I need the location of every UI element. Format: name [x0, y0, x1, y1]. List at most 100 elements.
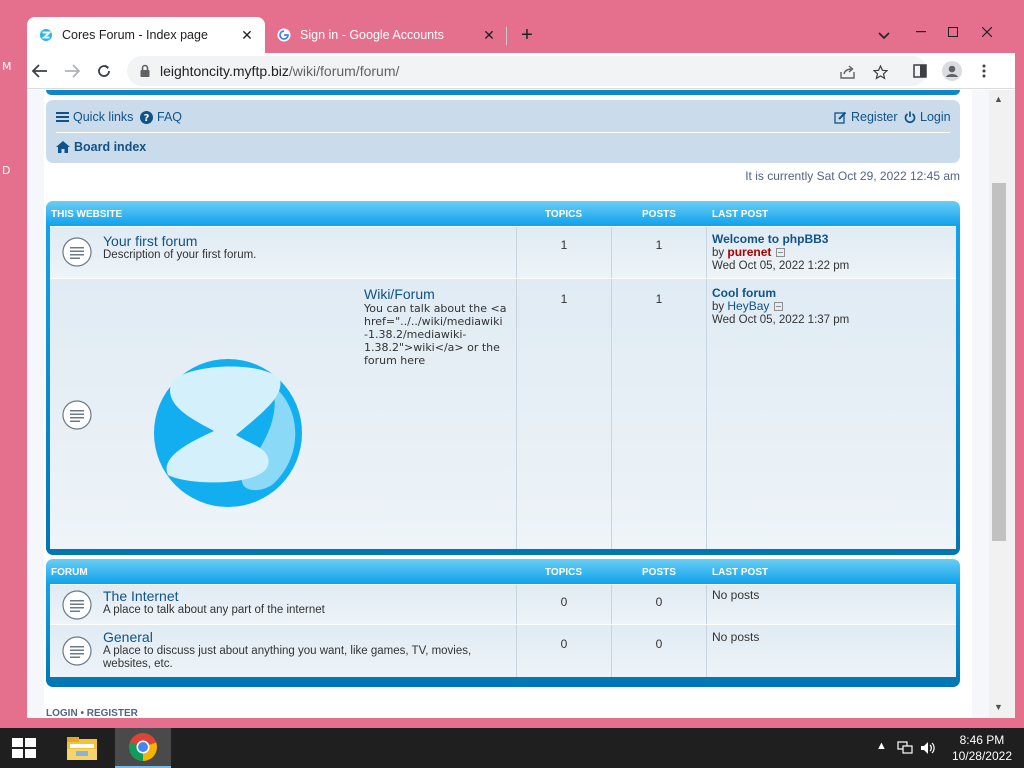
cores-logo-image [154, 359, 302, 507]
posts-count: 1 [655, 238, 663, 252]
share-icon[interactable] [837, 61, 859, 83]
file-explorer-taskbar-button[interactable] [54, 728, 110, 768]
forum-rows: The Internet A place to talk about any p… [50, 584, 956, 677]
topics-count: 1 [560, 238, 568, 252]
menu-kebab-icon[interactable] [971, 58, 997, 84]
forum-read-icon [62, 237, 92, 267]
forum-read-icon [62, 400, 92, 430]
tab-google-signin[interactable]: Sign in - Google Accounts ✕ [267, 17, 507, 53]
last-post-info: No posts [712, 631, 759, 644]
cell-divider [611, 227, 612, 278]
description-line: 1.38.2">wiki</a> or the [364, 341, 500, 354]
forum-title-link[interactable]: Wiki/Forum [364, 286, 435, 302]
desktop-edge-text-top: M [2, 60, 12, 73]
close-window-icon[interactable] [971, 17, 1003, 47]
board-index-link[interactable]: Board index [56, 140, 146, 154]
network-icon[interactable] [897, 741, 913, 755]
forum-read-icon [62, 636, 92, 666]
section-name: FORUM [51, 567, 88, 578]
page-scrollbar[interactable]: ▲ ▼ [989, 90, 1015, 718]
volume-icon[interactable] [920, 740, 936, 756]
forum-title-link[interactable]: General [103, 629, 153, 645]
view-latest-post-icon[interactable] [774, 302, 784, 312]
chrome-taskbar-button[interactable] [115, 728, 171, 768]
last-post-user-link[interactable]: purenet [727, 245, 771, 259]
current-time-text: It is currently Sat Oct 29, 2022 12:45 a… [745, 169, 960, 183]
scrollbar-thumb[interactable] [992, 183, 1006, 541]
tab-cores-forum[interactable]: Cores Forum - Index page ✕ [27, 17, 265, 53]
tab-close-icon[interactable]: ✕ [479, 25, 499, 45]
posts-count: 0 [655, 637, 663, 651]
posts-header: POSTS [642, 209, 676, 220]
tab-strip: Cores Forum - Index page ✕ Sign in - Goo… [27, 17, 1015, 53]
cell-divider [611, 625, 612, 677]
view-latest-post-icon[interactable] [776, 248, 786, 258]
cell-divider [516, 625, 517, 677]
address-bar[interactable]: leightoncity.myftp.biz/wiki/forum/forum/ [127, 56, 927, 86]
forum-row-the-internet: The Internet A place to talk about any p… [50, 584, 956, 624]
scroll-up-arrow-icon[interactable]: ▲ [994, 94, 1003, 104]
lock-icon[interactable] [137, 63, 153, 79]
quick-links-label: Quick links [73, 110, 134, 124]
url-path: /wiki/forum/forum/ [288, 63, 400, 79]
last-post-info: Cool forum by HeyBay Wed Oct 05, 2022 1:… [712, 287, 849, 327]
board-index-label: Board index [74, 140, 147, 154]
bookmark-star-icon[interactable] [869, 61, 891, 83]
back-arrow-icon[interactable] [27, 58, 53, 84]
topics-header: TOPICS [545, 567, 583, 578]
topics-header: TOPICS [545, 209, 583, 220]
cell-divider [516, 585, 517, 624]
section-header: FORUM TOPICS POSTS LAST POST [50, 559, 956, 584]
forum-description: A place to discuss just about anything y… [103, 645, 471, 671]
last-post-user-link[interactable]: HeyBay [727, 299, 769, 313]
maximize-icon[interactable] [937, 17, 969, 47]
side-panel-icon[interactable] [907, 58, 933, 84]
show-hidden-icons-icon[interactable]: ▲ [876, 740, 887, 752]
forward-arrow-icon[interactable] [59, 58, 85, 84]
section-name: THIS WEBSITE [51, 209, 123, 220]
tab-search-chevron-icon[interactable] [873, 25, 895, 47]
description-line: href="../../wiki/mediawiki [364, 315, 503, 328]
register-link[interactable]: Register [834, 110, 898, 124]
forum-title-link[interactable]: Your first forum [103, 233, 197, 249]
forum-title-link[interactable]: The Internet [103, 588, 179, 604]
forum-section-this-website: THIS WEBSITE TOPICS POSTS LAST POST Your… [46, 201, 960, 555]
minimize-icon[interactable] [905, 17, 937, 47]
profile-avatar-icon[interactable] [939, 58, 965, 84]
footer-login-register-links[interactable]: LOGIN • REGISTER [46, 708, 138, 718]
url-text[interactable]: leightoncity.myftp.biz/wiki/forum/forum/ [160, 63, 399, 79]
cell-divider [611, 585, 612, 624]
forum-description: A place to talk about any part of the in… [103, 604, 325, 616]
posts-count: 0 [655, 595, 663, 609]
google-favicon-icon [277, 28, 291, 42]
clock-date: 10/28/2022 [951, 749, 1012, 763]
last-post-info: No posts [712, 589, 759, 602]
last-post-date: Wed Oct 05, 2022 1:37 pm [712, 314, 850, 326]
cell-divider [706, 227, 707, 278]
question-circle-icon: ? [140, 110, 153, 124]
tab-title: Sign in - Google Accounts [300, 28, 444, 42]
scroll-down-arrow-icon[interactable]: ▼ [994, 702, 1003, 712]
faq-link[interactable]: ? FAQ [140, 110, 182, 124]
forum-read-icon [62, 590, 92, 620]
forum-row-wiki-forum: Wiki/Forum You can talk about the <a hre… [50, 278, 956, 549]
quick-links-link[interactable]: Quick links [56, 110, 133, 124]
login-link[interactable]: Login [904, 110, 951, 124]
desktop-edge-text-mid: D [2, 164, 11, 177]
reload-icon[interactable] [91, 58, 117, 84]
last-post-info: Welcome to phpBB3 by purenet Wed Oct 05,… [712, 233, 849, 273]
tab-close-icon[interactable]: ✕ [237, 25, 257, 45]
windows-start-icon[interactable] [12, 738, 36, 758]
forum-section-forum: FORUM TOPICS POSTS LAST POST The Interne… [46, 559, 960, 687]
url-host: leightoncity.myftp.biz [160, 63, 289, 79]
folder-icon [67, 737, 97, 760]
system-clock[interactable]: 8:46 PM 10/28/2022 [952, 732, 1012, 764]
cell-divider [706, 625, 707, 677]
forum-description: Description of your first forum. [103, 249, 257, 261]
topics-count: 0 [560, 595, 568, 609]
browser-toolbar: leightoncity.myftp.biz/wiki/forum/forum/ [27, 53, 1015, 89]
no-posts-text: No posts [712, 588, 760, 602]
new-tab-button[interactable]: + [515, 23, 539, 47]
description-line: -1.38.2/mediawiki- [364, 328, 467, 341]
forum-description: You can talk about the <a href="../../wi… [364, 302, 506, 367]
